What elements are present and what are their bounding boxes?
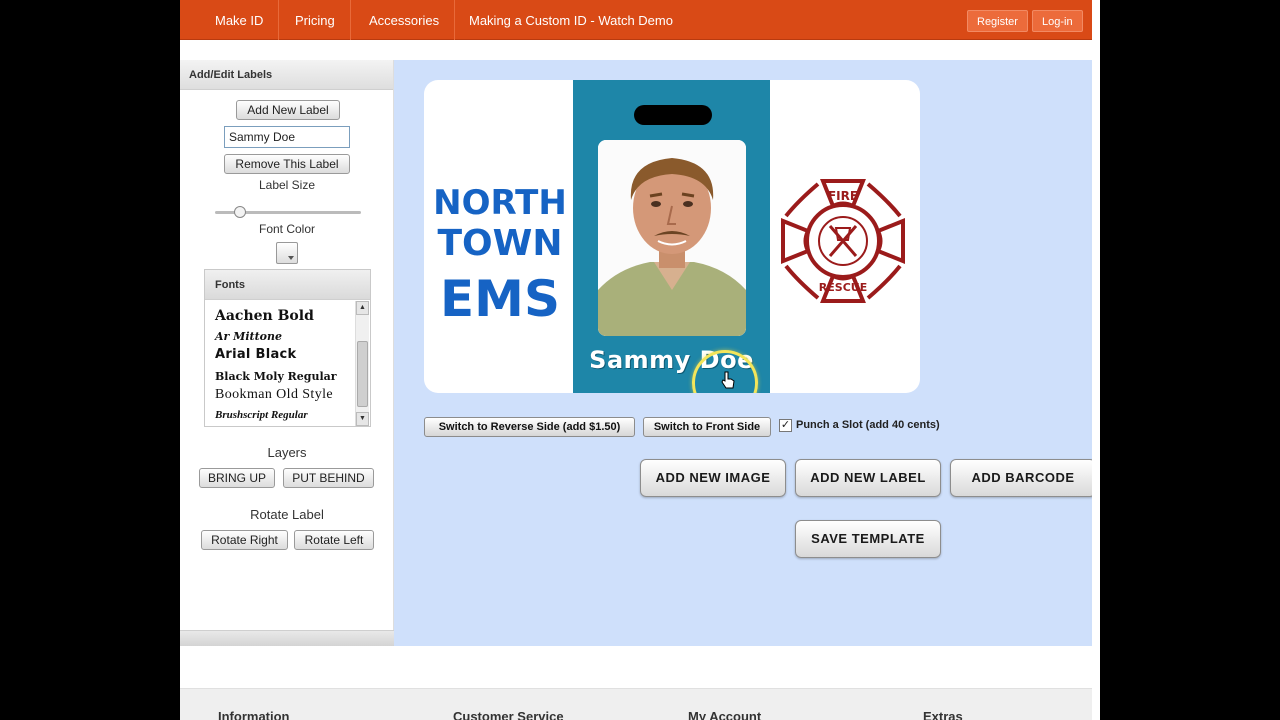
font-option-black-moly[interactable]: Black Moly Regular — [215, 370, 337, 383]
scroll-down-arrow-icon[interactable]: ▼ — [356, 412, 369, 426]
font-color-picker[interactable] — [276, 242, 298, 264]
punch-slot — [634, 105, 712, 125]
rotate-right-button[interactable]: Rotate Right — [201, 530, 288, 550]
scroll-up-arrow-icon[interactable]: ▲ — [356, 301, 369, 315]
font-option-arial-black[interactable]: Arial Black — [215, 347, 296, 362]
font-option-bookman[interactable]: Bookman Old Style — [215, 387, 333, 403]
design-workspace: NORTH TOWN EMS Sammy Doe FIRE RESCUE Swi… — [394, 60, 1100, 646]
portrait-image — [598, 140, 746, 336]
add-new-label-big-button[interactable]: ADD NEW LABEL — [795, 459, 941, 497]
footer-my-account-heading: My Account — [688, 709, 762, 720]
card-stripe[interactable]: Sammy Doe — [573, 80, 770, 393]
panel-footer — [180, 630, 394, 646]
bring-up-button[interactable]: BRING UP — [199, 468, 275, 488]
footer-customer-service-heading: Customer Service — [453, 709, 564, 720]
top-nav: Make ID Pricing Accessories Making a Cus… — [180, 0, 1100, 40]
label-size-label: Label Size — [258, 178, 316, 192]
labels-panel: Add/Edit Labels Add New Label Remove Thi… — [180, 60, 394, 646]
font-color-label: Font Color — [258, 222, 316, 236]
save-template-button[interactable]: SAVE TEMPLATE — [795, 520, 941, 558]
page: Make ID Pricing Accessories Making a Cus… — [180, 0, 1100, 720]
add-new-image-button[interactable]: ADD NEW IMAGE — [640, 459, 786, 497]
nav-accessories[interactable]: Accessories — [354, 0, 456, 40]
add-new-label-button[interactable]: Add New Label — [236, 100, 340, 120]
remove-label-button[interactable]: Remove This Label — [224, 154, 350, 174]
rotate-label-heading: Rotate Label — [250, 507, 324, 522]
panel-title: Add/Edit Labels — [180, 60, 393, 90]
card-org-line-3[interactable]: EMS — [424, 270, 576, 328]
card-photo[interactable] — [598, 140, 746, 336]
switch-reverse-side-button[interactable]: Switch to Reverse Side (add $1.50) — [424, 417, 635, 437]
fire-rescue-maltese-cross-icon[interactable]: FIRE RESCUE — [778, 176, 908, 306]
card-org-line-1[interactable]: NORTH — [424, 183, 576, 223]
nav-watch-demo[interactable]: Making a Custom ID - Watch Demo — [454, 0, 688, 40]
font-option-aachen-bold[interactable]: Aachen Bold — [215, 308, 314, 324]
hand-cursor-icon — [721, 371, 735, 389]
add-barcode-button[interactable]: ADD BARCODE — [950, 459, 1096, 497]
put-behind-button[interactable]: PUT BEHIND — [283, 468, 374, 488]
right-edge-strip — [1092, 0, 1100, 720]
card-org-line-2[interactable]: TOWN — [424, 223, 576, 264]
font-option-brushscript[interactable]: Brushscript Regular — [215, 409, 308, 421]
label-text-input[interactable] — [224, 126, 350, 148]
logo-text-top: FIRE — [828, 189, 858, 203]
scroll-thumb[interactable] — [357, 341, 368, 407]
rotate-left-button[interactable]: Rotate Left — [294, 530, 374, 550]
login-button[interactable]: Log-in — [1032, 10, 1083, 32]
site-footer: Information Customer Service My Account … — [180, 688, 1100, 720]
footer-information-heading: Information — [218, 709, 290, 720]
fonts-title: Fonts — [205, 270, 370, 300]
fonts-list: Fonts Aachen Bold Ar Mittone Arial Black… — [204, 269, 371, 427]
switch-front-side-button[interactable]: Switch to Front Side — [643, 417, 771, 437]
logo-text-bottom: RESCUE — [819, 281, 867, 294]
register-button[interactable]: Register — [967, 10, 1028, 32]
id-card-canvas[interactable]: NORTH TOWN EMS Sammy Doe FIRE RESCUE — [424, 80, 920, 393]
footer-extras-heading: Extras — [923, 709, 963, 720]
fonts-scrollbar[interactable]: ▲ ▼ — [355, 301, 369, 426]
nav-pricing[interactable]: Pricing — [280, 0, 351, 40]
font-option-ar-mittone[interactable]: Ar Mittone — [215, 330, 282, 343]
label-size-slider-thumb[interactable] — [233, 206, 246, 218]
punch-slot-checkbox[interactable]: ✓ — [779, 419, 792, 432]
nav-make-id[interactable]: Make ID — [200, 0, 280, 40]
layers-label: Layers — [267, 445, 307, 460]
punch-slot-label: Punch a Slot (add 40 cents) — [796, 419, 940, 431]
